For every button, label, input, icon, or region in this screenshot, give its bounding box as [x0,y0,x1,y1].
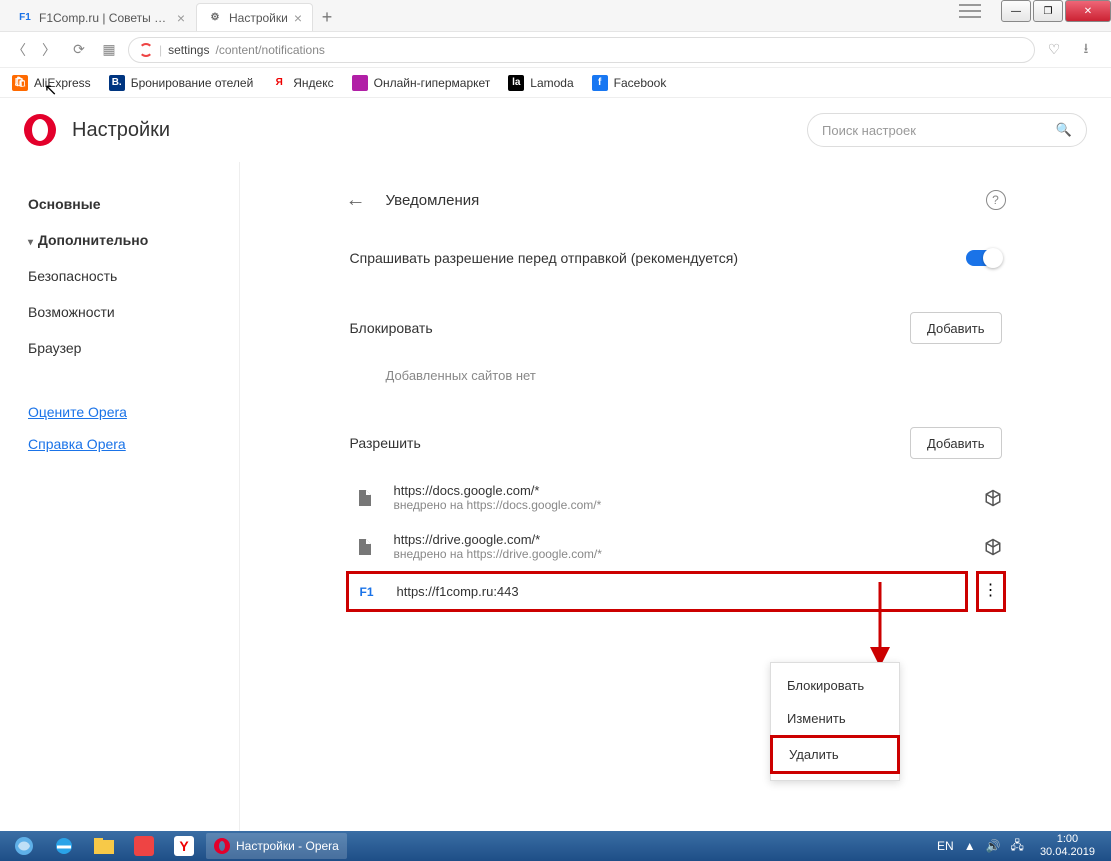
favicon-icon: F1 [17,10,33,26]
maximize-button[interactable]: ❐ [1033,0,1063,22]
toggle-switch[interactable] [966,250,1002,266]
panel-title: Уведомления [386,192,966,209]
speed-dial-icon[interactable]: ▦ [98,39,120,61]
url-path: /content/notifications [215,43,324,57]
bookmark-facebook[interactable]: fFacebook [592,75,667,91]
back-icon[interactable]: 〈 [8,39,30,61]
more-actions-button[interactable]: ⋮ [976,571,1006,612]
context-menu: Блокировать Изменить Удалить [770,662,900,781]
bookmark-yandex[interactable]: ЯЯндекс [271,75,333,91]
sidebar-item-security[interactable]: Безопасность [0,258,239,294]
explorer-button[interactable] [86,833,122,859]
cube-icon [984,538,1002,556]
bookmark-aliexpress[interactable]: 🛍AliExpress [12,75,91,91]
ie-button[interactable] [46,833,82,859]
tab-f1comp[interactable]: F1 F1Comp.ru | Советы и лайф… × [6,3,196,31]
opera-icon [139,43,153,57]
help-icon[interactable]: ? [986,190,1006,210]
opera-logo-icon [24,114,56,146]
bookmark-lamoda[interactable]: laLamoda [508,75,573,91]
site-url: https://docs.google.com/* [394,483,968,498]
help-opera-link[interactable]: Справка Opera [0,428,239,460]
sidebar-item-basic[interactable]: Основные [0,186,239,222]
bookmark-booking[interactable]: B.Бронирование отелей [109,75,254,91]
gear-icon: ⚙ [207,10,223,26]
block-section-label: Блокировать [350,320,433,336]
url-host: settings [168,43,209,57]
allow-section-label: Разрешить [350,435,421,451]
sidebar-item-advanced[interactable]: Дополнительно [0,222,239,258]
add-block-button[interactable]: Добавить [910,312,1001,344]
taskbar: Y Настройки - Opera EN ▲ 🔊 🖧 1:00 30.04.… [0,831,1111,861]
sidebar-item-browser[interactable]: Браузер [0,330,239,366]
allow-site-row[interactable]: https://docs.google.com/* внедрено на ht… [346,473,1006,522]
tab-settings[interactable]: ⚙ Настройки × [196,3,313,31]
address-bar[interactable]: | settings/content/notifications [128,37,1035,63]
system-tray: EN ▲ 🔊 🖧 1:00 30.04.2019 [937,833,1105,859]
rate-opera-link[interactable]: Оцените Opera [0,396,239,428]
file-icon [350,490,378,506]
page-title: Настройки [72,119,170,142]
tray-flag-icon[interactable]: ▲ [964,839,976,853]
add-allow-button[interactable]: Добавить [910,427,1001,459]
search-icon: 🔍 [1056,122,1072,138]
block-empty-text: Добавленных сайтов нет [346,358,1006,403]
new-tab-button[interactable]: + [313,3,341,31]
settings-content: ← Уведомления ? Спрашивать разрешение пе… [240,162,1111,831]
bookmark-hypermarket[interactable]: Онлайн-гипермаркет [352,75,491,91]
site-sub: внедрено на https://docs.google.com/* [394,498,968,512]
clock[interactable]: 1:00 30.04.2019 [1034,833,1101,859]
allow-site-row[interactable]: https://drive.google.com/* внедрено на h… [346,522,1006,571]
forward-icon[interactable]: 〉 [38,39,60,61]
tab-title: Настройки [229,11,288,25]
close-tab-icon[interactable]: × [177,10,185,26]
tab-title: F1Comp.ru | Советы и лайф… [39,11,171,25]
page-header: Настройки Поиск настроек 🔍 [0,98,1111,162]
tray-network-icon[interactable]: 🖧 [1011,836,1024,857]
window-controls: — ❐ ✕ [999,0,1111,22]
close-tab-icon[interactable]: × [294,10,302,26]
setting-label: Спрашивать разрешение перед отправкой (р… [350,250,739,266]
app-button[interactable] [126,833,162,859]
lang-indicator[interactable]: EN [937,839,954,853]
start-button[interactable] [6,833,42,859]
ctx-edit[interactable]: Изменить [771,702,899,735]
bookmarks-bar: 🛍AliExpress B.Бронирование отелей ЯЯндек… [0,68,1111,98]
tray-volume-icon[interactable]: 🔊 [986,839,1001,853]
site-url: https://drive.google.com/* [394,532,968,547]
settings-sidebar: Основные Дополнительно Безопасность Возм… [0,162,240,831]
close-button[interactable]: ✕ [1065,0,1111,22]
ask-before-sending-row[interactable]: Спрашивать разрешение перед отправкой (р… [346,228,1006,288]
nav-bar: 〈 〉 ⟳ ▦ | settings/content/notifications… [0,32,1111,68]
settings-search[interactable]: Поиск настроек 🔍 [807,113,1087,147]
heart-icon[interactable]: ♡ [1043,39,1065,61]
download-icon[interactable]: ⭳ [1075,39,1097,61]
annotation-arrow [860,582,900,672]
opera-task-button[interactable]: Настройки - Opera [206,833,347,859]
ctx-block[interactable]: Блокировать [771,669,899,702]
back-arrow-icon[interactable]: ← [346,189,366,212]
cube-icon [984,489,1002,507]
opera-menu-icon[interactable] [959,4,981,18]
ctx-delete[interactable]: Удалить [770,735,900,774]
tab-bar: F1 F1Comp.ru | Советы и лайф… × ⚙ Настро… [0,0,1111,32]
reload-icon[interactable]: ⟳ [68,39,90,61]
site-sub: внедрено на https://drive.google.com/* [394,547,968,561]
search-placeholder: Поиск настроек [822,123,916,138]
sidebar-item-features[interactable]: Возможности [0,294,239,330]
yandex-button[interactable]: Y [166,833,202,859]
file-icon [350,539,378,555]
f1-icon: F1 [353,585,381,599]
svg-text:Y: Y [179,838,189,854]
minimize-button[interactable]: — [1001,0,1031,22]
task-label: Настройки - Opera [236,839,339,853]
